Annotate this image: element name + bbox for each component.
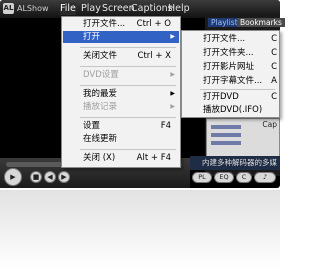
submenu-item-open-folder[interactable]: 打开文件夹... C — [183, 47, 278, 59]
menu-separator — [80, 117, 176, 118]
eq-button[interactable]: EQ — [214, 172, 234, 183]
menu-separator — [200, 89, 275, 90]
menu-item-open-file[interactable]: 打开文件... Ctrl + O — [63, 18, 179, 30]
menu-item-exit[interactable]: 关闭 (X) Alt + F4 — [63, 152, 179, 164]
menu-separator — [80, 149, 176, 150]
c-button[interactable]: C — [236, 172, 252, 183]
volume-button[interactable]: ♪ — [254, 172, 276, 183]
app-title: ALShow — [17, 4, 49, 13]
pl-button[interactable]: PL — [192, 172, 212, 183]
menu-file[interactable]: File — [60, 3, 76, 15]
menu-captions[interactable]: Captions — [131, 3, 173, 15]
file-menu: 打开文件... Ctrl + O 打开 ▶ 关闭文件 Ctrl + X DVD设… — [61, 16, 181, 168]
submenu-arrow-icon: ▶ — [170, 71, 175, 78]
submenu-arrow-icon: ▶ — [170, 33, 175, 40]
submenu-arrow-icon: ▶ — [170, 103, 175, 110]
open-submenu: 打开文件... C 打开文件夹... C 打开影片网址 C 打开字幕文件... … — [181, 30, 280, 118]
eq-slider[interactable] — [211, 125, 241, 129]
window-reflection — [0, 190, 280, 270]
stop-button[interactable]: ■ — [30, 171, 42, 183]
prev-button[interactable]: ◀ — [44, 171, 56, 183]
submenu-item-open-dvd[interactable]: 打开DVD C — [183, 91, 278, 103]
menu-screen[interactable]: Screen — [102, 3, 135, 15]
tab-playlist[interactable]: Playlist — [208, 18, 241, 27]
menu-item-history[interactable]: 播放记录 ▶ — [63, 101, 179, 113]
play-button[interactable]: ▶ — [4, 168, 22, 186]
submenu-item-open-subtitle[interactable]: 打开字幕文件... A — [183, 75, 278, 87]
submenu-item-open-file[interactable]: 打开文件... C — [183, 33, 278, 45]
equalizer-panel: Cap — [206, 118, 280, 158]
menu-help[interactable]: Help — [168, 3, 190, 15]
tab-bookmarks[interactable]: Bookmarks — [237, 18, 285, 27]
menu-item-settings[interactable]: 设置 F4 — [63, 120, 179, 132]
eq-cap-label: Cap — [262, 120, 277, 129]
menu-item-favorites[interactable]: 我的最爱 ▶ — [63, 88, 179, 100]
menu-item-close-file[interactable]: 关闭文件 Ctrl + X — [63, 50, 179, 62]
menu-item-online-update[interactable]: 在线更新 — [63, 133, 179, 145]
menu-separator — [80, 66, 176, 67]
app-logo-icon: AL — [3, 3, 14, 14]
submenu-arrow-icon: ▶ — [170, 90, 175, 97]
next-button[interactable]: ▶ — [58, 171, 70, 183]
submenu-item-open-url[interactable]: 打开影片网址 C — [183, 61, 278, 73]
menu-separator — [80, 85, 176, 86]
menu-separator — [80, 47, 176, 48]
menu-item-open[interactable]: 打开 ▶ — [63, 31, 179, 43]
menu-play[interactable]: Play — [81, 3, 101, 15]
eq-slider[interactable] — [211, 141, 241, 145]
eq-slider[interactable] — [211, 133, 241, 137]
submenu-item-play-dvd-ifo[interactable]: 播放DVD(.IFO) — [183, 104, 278, 116]
menu-item-dvd-settings[interactable]: DVD设置 ▶ — [63, 69, 179, 81]
info-ticker: 内建多种解码器的多媒 — [190, 156, 280, 170]
